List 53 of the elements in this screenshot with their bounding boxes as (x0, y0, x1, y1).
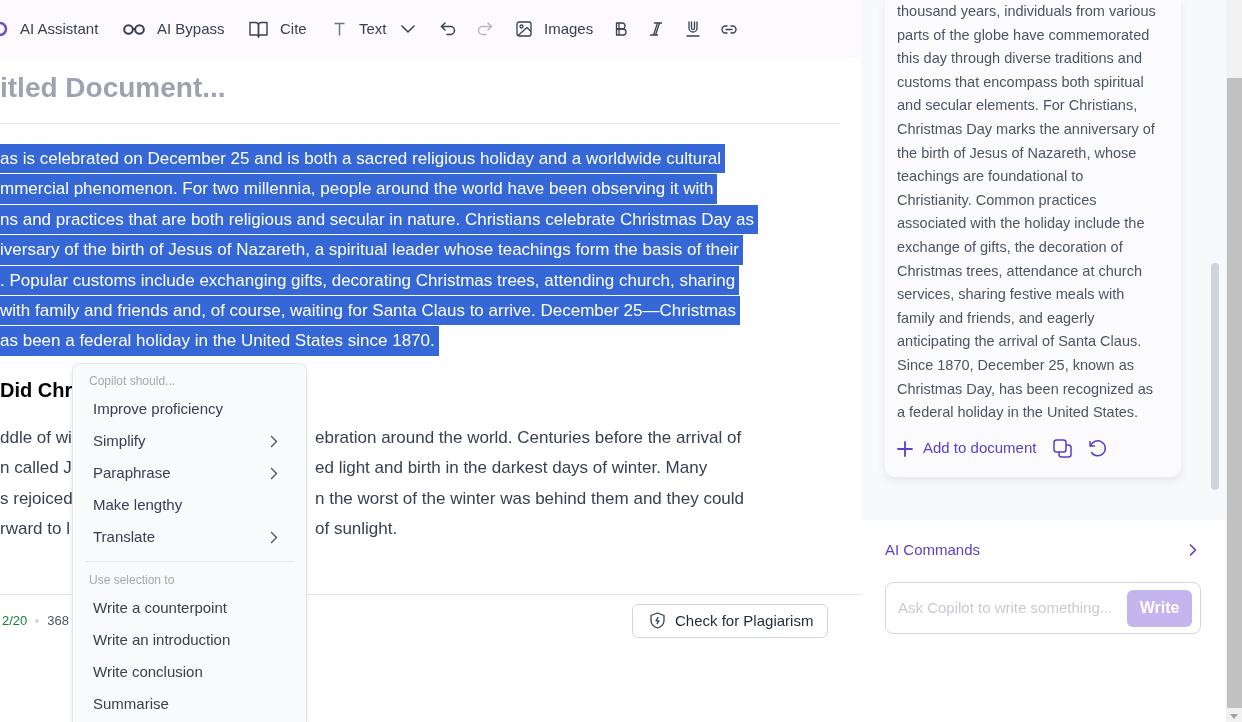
copy-icon (1053, 439, 1073, 459)
copy-button[interactable] (1053, 439, 1073, 459)
answer-text: thousand years, individuals from various parts of the globe have commemorated this day through diverse traditions and customs that encompass both spiritual and secular elements. For Christians, Christmas Day marks the anniversary of the birth of Jesus of Nazareth, whose teachings are foundational to Christianity. Common practices associated with the holiday include the exchange of gifts, the decoration of Christmas trees, attendance at church services, sharing festive meals with family and friends, and eagerly anticipating the arrival of Santa Claus. Since 1870, December 25, known as Christmas Day, has been recognized as a federal holiday in the United States. (897, 2, 1157, 423)
selected-paragraph: as is celebrated on December 25 and is both a sacred religious holiday and a worldwide cultural mmercial phenomenon. For two millennia, people around the world have been observing it with ns and practices that are both religious and secular in nature. Christians celebrate Christmas Day as iversary of the birth of Jesus of Nazareth, a spiritual leader whose teachings form the basis of their . Popular customs include exchanging gifts, decorating Christmas trees, attending church, sharing with family and friends and, of course, waiting for Santa Claus to arrive. December 25—Christmas as been a federal holiday in the United States since 1870. (0, 144, 861, 357)
menu-item[interactable]: Simplify (81, 425, 298, 457)
chevron-down-icon (400, 25, 415, 33)
menu-item[interactable]: Improve proficiency (81, 393, 298, 425)
chevron-right-icon (1189, 544, 1197, 556)
scrollbar-thumb[interactable] (1211, 263, 1219, 490)
ring-icon (0, 21, 8, 37)
ai-bypass-button[interactable]: AI Bypass (123, 14, 225, 44)
refresh-icon (1088, 439, 1108, 459)
regenerate-button[interactable] (1088, 439, 1108, 459)
link-icon (721, 24, 737, 34)
add-to-document-button[interactable]: Add to document (897, 437, 1037, 460)
glasses-icon (123, 23, 145, 35)
menu-item[interactable]: Summarise (81, 688, 298, 720)
section-heading: Did Chr (0, 377, 73, 403)
menu-item[interactable]: Make lengthy (81, 489, 298, 521)
goal-counter: 2/20 (2, 612, 28, 631)
ai-commands-label: AI Commands (885, 539, 981, 560)
paragraph-text: ddle of wi n called J s rejoiced rward to l (0, 426, 72, 541)
paragraph-text: ebration around the world. Centuries before the arrival of ed light and birth in the darkest days of winter. Many n the worst of the winter was behind them and they could of sunlight. (315, 426, 745, 541)
document-title: itled Document... (0, 70, 226, 105)
check-plagiarism-button[interactable]: Check for Plagiarism (632, 603, 828, 638)
italic-icon (650, 22, 662, 36)
ai-assistant-button[interactable]: AI Assistant (0, 14, 99, 44)
plus-icon (897, 440, 913, 457)
menu-item[interactable]: Write conclusion (81, 656, 298, 688)
chevron-right-icon (270, 530, 278, 544)
menu-item[interactable]: Write an introduction (81, 624, 298, 656)
image-icon (516, 21, 532, 37)
menu-item[interactable]: Translate (81, 521, 298, 553)
menu-item[interactable]: Paraphrase (81, 457, 298, 489)
shield-icon (650, 612, 665, 630)
text-format-icon (334, 22, 345, 36)
separator-dot-icon (35, 618, 40, 623)
chevron-right-icon (270, 466, 278, 480)
undo-icon (440, 22, 456, 36)
menu-item[interactable]: Write a counterpoint (81, 592, 298, 624)
chevron-right-icon (270, 434, 278, 448)
underline-icon (686, 21, 700, 37)
word-count: 368 (47, 612, 69, 631)
menu-section-header: Copilot should... (89, 373, 176, 389)
expand-button[interactable] (1189, 544, 1197, 556)
book-icon (249, 20, 268, 38)
redo-icon (477, 22, 493, 36)
cite-button[interactable]: Cite (249, 14, 307, 44)
images-button[interactable]: Images (516, 14, 594, 44)
bold-icon (615, 22, 627, 36)
text-style-dropdown[interactable]: Text (334, 14, 415, 44)
menu-section-header: Use selection to (89, 572, 175, 588)
scrollbar-thumb[interactable] (1227, 78, 1242, 708)
